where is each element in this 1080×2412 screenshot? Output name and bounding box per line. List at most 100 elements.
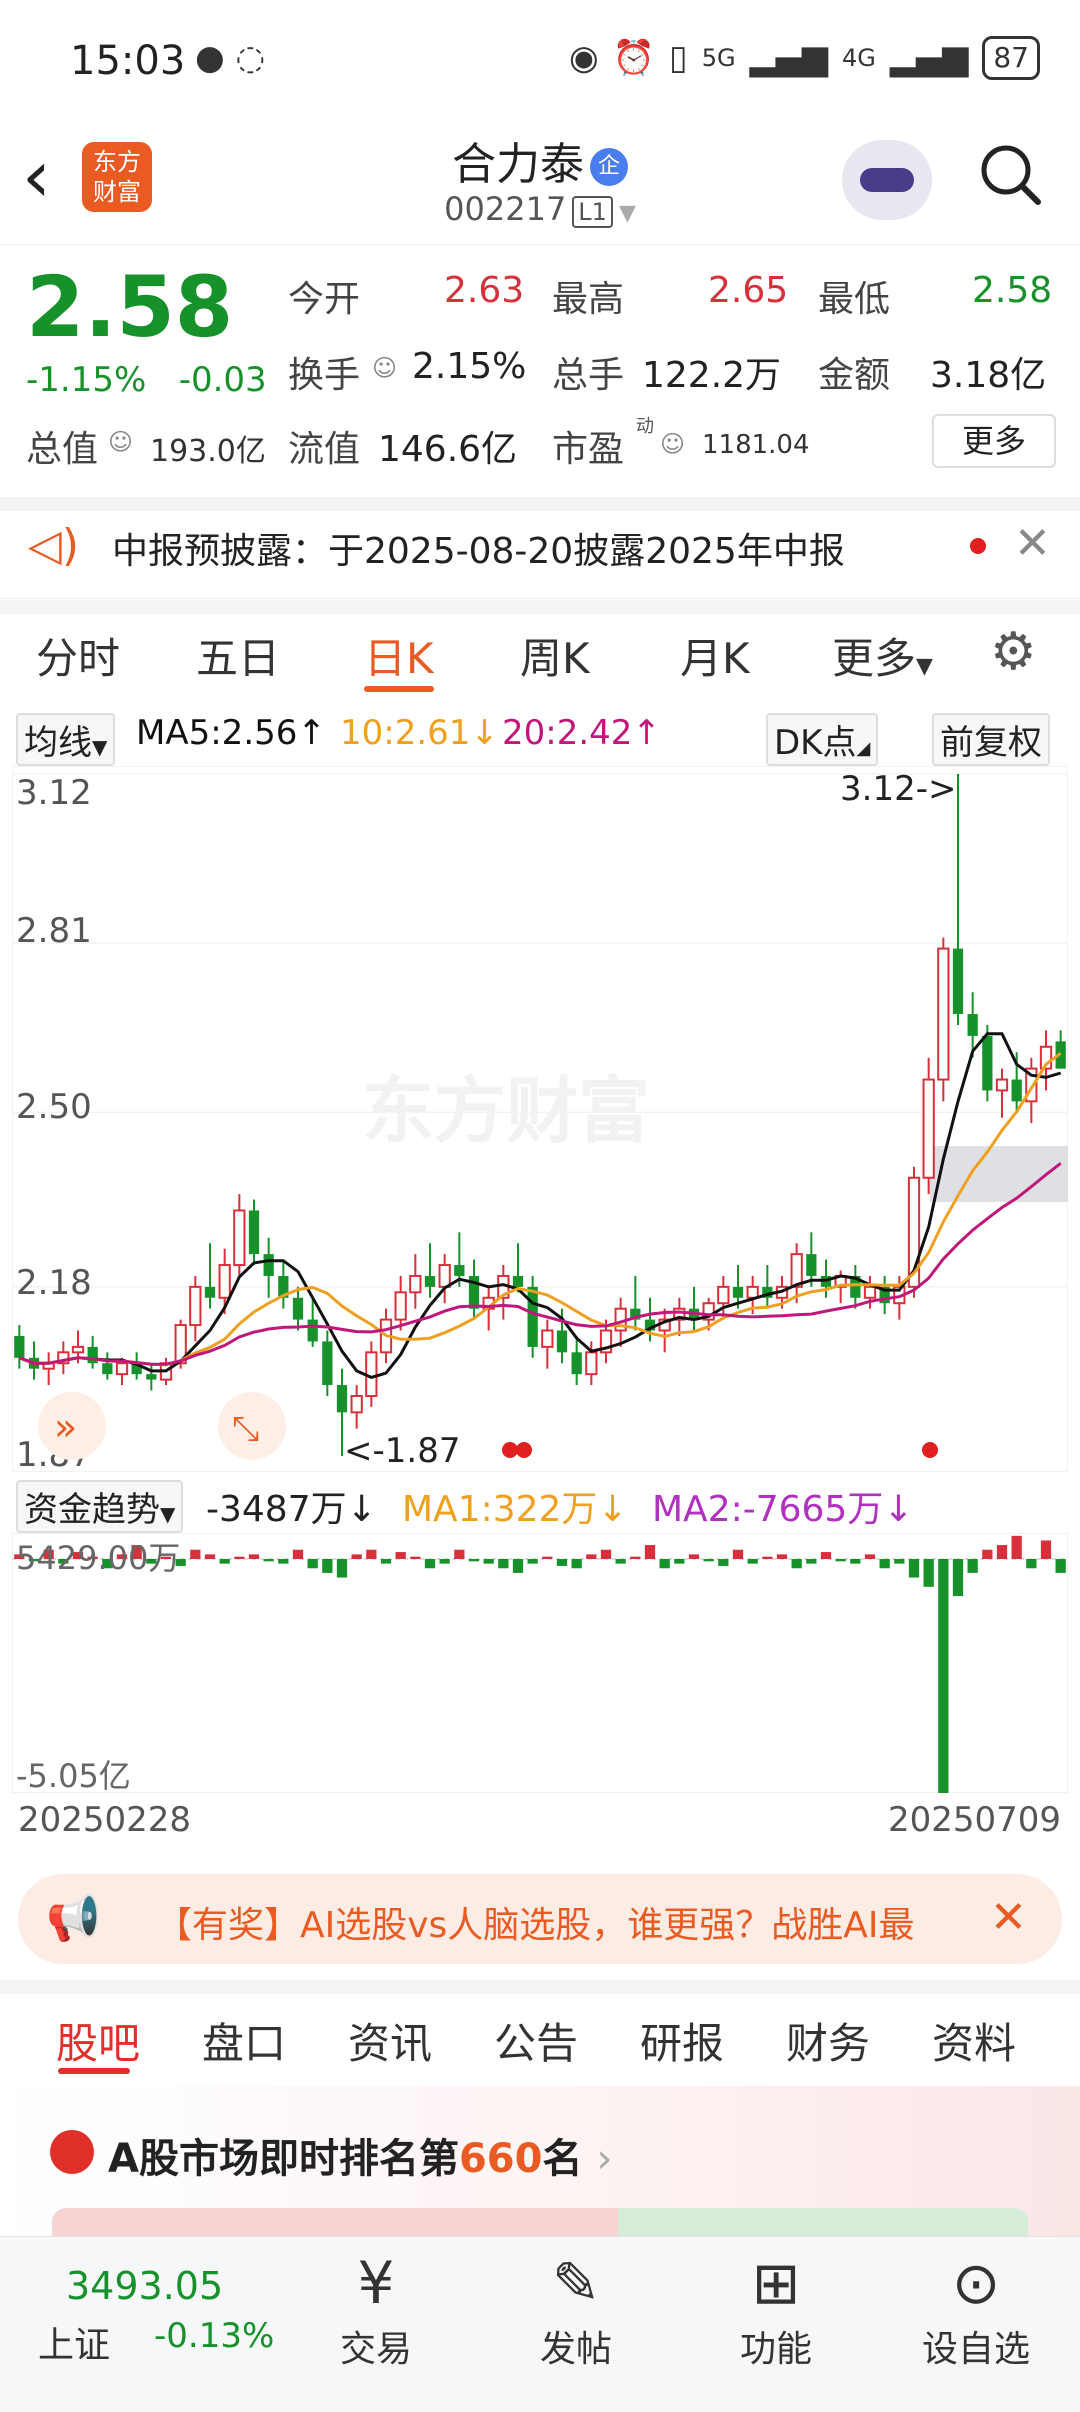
fund-ma1: MA1:322万↓ <box>402 1489 628 1530</box>
info-icon[interactable]: ☺ <box>108 428 133 456</box>
tab-announcements[interactable]: 公告 <box>494 2010 578 2071</box>
info-icon-3[interactable]: ☺ <box>660 430 685 458</box>
tab-five-day[interactable]: 五日 <box>196 625 280 686</box>
index-name[interactable]: 上证 <box>38 2316 110 2368</box>
change-amount: -0.03 <box>178 360 267 400</box>
nav-trade[interactable]: ¥ 交易 <box>296 2236 456 2372</box>
fund-bar <box>644 1545 656 1559</box>
fund-bar <box>952 1559 964 1597</box>
candle <box>71 1345 85 1354</box>
fund-bar <box>791 1559 802 1569</box>
fund-bar <box>512 1559 524 1573</box>
fund-bar <box>234 1556 245 1559</box>
candle <box>204 1286 216 1298</box>
alarm-icon: ⏰ <box>612 38 655 78</box>
tab-intraday[interactable]: 分时 <box>36 625 120 686</box>
mktcap-value: 193.0亿 <box>150 434 266 469</box>
dropdown-icon: ▼ <box>160 1502 176 1526</box>
nav-functions[interactable]: ⊞ 功能 <box>696 2236 856 2372</box>
candle <box>146 1374 157 1380</box>
expand-left-icon[interactable]: » <box>38 1392 106 1460</box>
fund-bar <box>688 1554 700 1559</box>
fund-bar <box>366 1549 377 1559</box>
candle <box>995 1078 1009 1092</box>
fund-bar <box>454 1549 465 1559</box>
rank-text[interactable]: A股市场即时排名第660名 › <box>108 2126 612 2184</box>
open-label: 今开 <box>288 279 361 320</box>
fund-flow-chart[interactable]: 5429.00万 -5.05亿 <box>12 1533 1068 1793</box>
tab-financials[interactable]: 财务 <box>786 2010 870 2071</box>
index-change[interactable]: -0.13% <box>154 2316 274 2356</box>
rank-number: 660 <box>458 2136 543 2182</box>
watermark: 东方财富 <box>362 1069 650 1153</box>
tab-more[interactable]: 更多▼ <box>832 625 933 686</box>
kline-chart[interactable]: 东方财富 3.12 2.81 2.50 2.18 1.87 3.12-> <-1… <box>12 766 1068 1472</box>
tab-monthly-k[interactable]: 月K <box>680 625 750 686</box>
promo-text[interactable]: 【有奖】AI选股vs人脑选股，谁更强？战胜AI最 <box>156 1896 976 1948</box>
ai-assistant-robot-icon[interactable] <box>842 140 932 220</box>
fund-bar <box>908 1559 920 1578</box>
float-label: 流值 <box>288 429 361 470</box>
fund-bar <box>762 1556 773 1559</box>
fund-selector[interactable]: 资金趋势▼ <box>16 1480 184 1533</box>
ma-selector[interactable]: 均线▼ <box>16 713 116 766</box>
fund-value: -3487万↓ <box>206 1489 377 1530</box>
tab-daily-k[interactable]: 日K <box>364 625 434 686</box>
chevron-right-icon: › <box>596 2136 613 2182</box>
stock-code: 002217 <box>444 190 567 228</box>
close-promo-icon[interactable]: ✕ <box>990 1892 1027 1943</box>
grid-icon: ⊞ <box>751 2249 801 2317</box>
candle <box>248 1210 260 1255</box>
high-value: 2.65 <box>708 270 789 311</box>
fund-ma2: MA2:-7665万↓ <box>652 1489 914 1530</box>
svg-text:»: » <box>54 1405 77 1449</box>
fund-bar <box>806 1559 817 1564</box>
tab-forum[interactable]: 股吧 <box>56 2010 140 2071</box>
change-percent: -1.15% <box>26 360 147 400</box>
fund-bar <box>292 1549 304 1559</box>
dropdown-icon: ▼ <box>92 735 108 759</box>
tab-news[interactable]: 资讯 <box>348 2010 432 2071</box>
nav-watchlist[interactable]: ⊙ 设自选 <box>896 2236 1056 2372</box>
adjust-button[interactable]: 前复权 <box>932 713 1050 766</box>
last-price: 2.58 <box>26 258 234 356</box>
candle <box>350 1394 363 1414</box>
dk-point-button[interactable]: DK点◢ <box>766 713 879 766</box>
gear-icon[interactable]: ⚙ <box>990 622 1037 682</box>
tab-profile[interactable]: 资料 <box>932 2010 1016 2071</box>
fund-bar <box>395 1552 406 1559</box>
search-icon[interactable] <box>978 142 1042 206</box>
fund-bar <box>1026 1559 1037 1569</box>
vibrate-icon: ▯ <box>668 38 688 78</box>
tab-weekly-k[interactable]: 周K <box>520 625 590 686</box>
y-label-4: 2.18 <box>16 1263 92 1303</box>
tab-research[interactable]: 研报 <box>640 2010 724 2071</box>
volume-value: 122.2万 <box>642 355 782 396</box>
info-icon-2[interactable]: ☺ <box>372 354 397 382</box>
dropdown-icon: ▼ <box>916 654 933 679</box>
more-dots-icon: ⊙ <box>951 2249 1001 2317</box>
fullscreen-icon[interactable]: ⤡ <box>218 1392 286 1460</box>
fund-bar <box>732 1549 744 1559</box>
tab-orderbook[interactable]: 盘口 <box>202 2010 286 2071</box>
index-value[interactable]: 3493.05 <box>66 2264 223 2308</box>
close-notice-icon[interactable]: ✕ <box>1014 518 1051 569</box>
status-bar: 15:03 ● ◌ ◉ ⏰ ▯ 5G ▂▄▆ 4G ▂▄▆ 87 <box>0 0 1080 120</box>
fund-bar <box>967 1559 978 1573</box>
fund-selector-label: 资金趋势 <box>24 1490 160 1530</box>
more-button[interactable]: 更多 <box>932 414 1056 468</box>
fund-bar <box>600 1549 612 1559</box>
high-label: 最高 <box>552 279 625 320</box>
fund-bar <box>190 1549 201 1559</box>
candle <box>790 1253 803 1288</box>
candle <box>424 1275 436 1287</box>
fund-bar <box>630 1556 641 1559</box>
candle <box>732 1286 744 1298</box>
chat-notification-icons: ● ◌ <box>195 38 266 78</box>
signal-4g: 4G <box>842 44 876 72</box>
notice-text[interactable]: 中报预披露：于2025-08-20披露2025年中报 <box>112 522 845 574</box>
volume-label: 总手 <box>552 355 625 396</box>
nav-post[interactable]: ✎ 发帖 <box>496 2236 656 2372</box>
y-label-max: 3.12 <box>16 773 92 813</box>
ma20-text: 20:2.42 <box>502 713 633 753</box>
